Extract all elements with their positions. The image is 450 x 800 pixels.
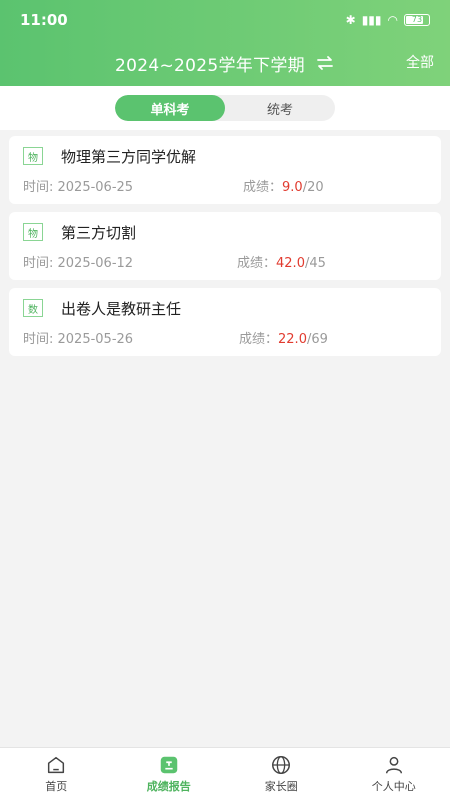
- nav-report-label: 成绩报告: [146, 780, 191, 793]
- exam-score: 成绩：9.0/20: [243, 180, 324, 195]
- nav-report[interactable]: 成绩报告: [113, 748, 226, 800]
- exam-card[interactable]: 物 物理第三方同学优解 时间: 2025-06-25 成绩：9.0/20: [9, 136, 441, 204]
- tabs-bar: 单科考 统考: [0, 86, 450, 130]
- exam-card[interactable]: 数 出卷人是教研主任 时间: 2025-05-26 成绩：22.0/69: [9, 288, 441, 356]
- status-bar: 11:00 ✱ ▮▮▮ ◠ 73: [0, 0, 450, 40]
- person-icon: [385, 756, 402, 774]
- home-icon: [48, 756, 65, 774]
- subject-badge: 物: [23, 147, 43, 165]
- switch-term-icon[interactable]: [315, 55, 335, 71]
- exam-score: 成绩：42.0/45: [237, 256, 326, 271]
- exam-card[interactable]: 物 第三方切割 时间: 2025-06-12 成绩：42.0/45: [9, 212, 441, 280]
- header: 11:00 ✱ ▮▮▮ ◠ 73 2024~2025学年下学期 全部: [0, 0, 450, 86]
- nav-bar: 2024~2025学年下学期 全部: [0, 40, 450, 86]
- exam-time: 时间: 2025-05-26: [23, 332, 134, 347]
- exam-score: 成绩：22.0/69: [239, 332, 328, 347]
- exam-type-tabs: 单科考 统考: [115, 95, 335, 121]
- nav-home-label: 首页: [45, 780, 68, 793]
- nav-profile-label: 个人中心: [371, 780, 416, 793]
- exam-time: 时间: 2025-06-12: [23, 256, 134, 271]
- filter-all-button[interactable]: 全部: [406, 52, 434, 72]
- bluetooth-icon: ✱: [345, 13, 356, 27]
- exam-name: 出卷人是教研主任: [61, 300, 182, 318]
- status-time: 11:00: [20, 11, 68, 29]
- exam-list: 物 物理第三方同学优解 时间: 2025-06-25 成绩：9.0/20 物 第…: [9, 136, 441, 364]
- wifi-icon: ◠: [387, 13, 398, 27]
- report-icon: [160, 756, 177, 774]
- nav-parents[interactable]: 家长圈: [225, 748, 338, 800]
- globe-icon: [272, 756, 291, 774]
- status-icons: ✱ ▮▮▮ ◠ 73: [346, 13, 430, 27]
- nav-parents-label: 家长圈: [264, 780, 298, 793]
- term-title[interactable]: 2024~2025学年下学期: [115, 51, 305, 76]
- subject-badge: 数: [23, 299, 43, 317]
- exam-time: 时间: 2025-06-25: [23, 180, 134, 195]
- subject-badge: 物: [23, 223, 43, 241]
- exam-name: 物理第三方同学优解: [61, 148, 197, 166]
- exam-name: 第三方切割: [61, 224, 137, 242]
- nav-home[interactable]: 首页: [0, 748, 113, 800]
- signal-icon: ▮▮▮: [361, 13, 382, 27]
- nav-profile[interactable]: 个人中心: [338, 748, 450, 800]
- bottom-nav: 首页 成绩报告 家长圈 个人中心: [0, 747, 450, 800]
- tab-single-subject[interactable]: 单科考: [115, 95, 225, 121]
- battery-icon: 73: [404, 14, 430, 26]
- tab-unified-exam[interactable]: 统考: [225, 95, 335, 121]
